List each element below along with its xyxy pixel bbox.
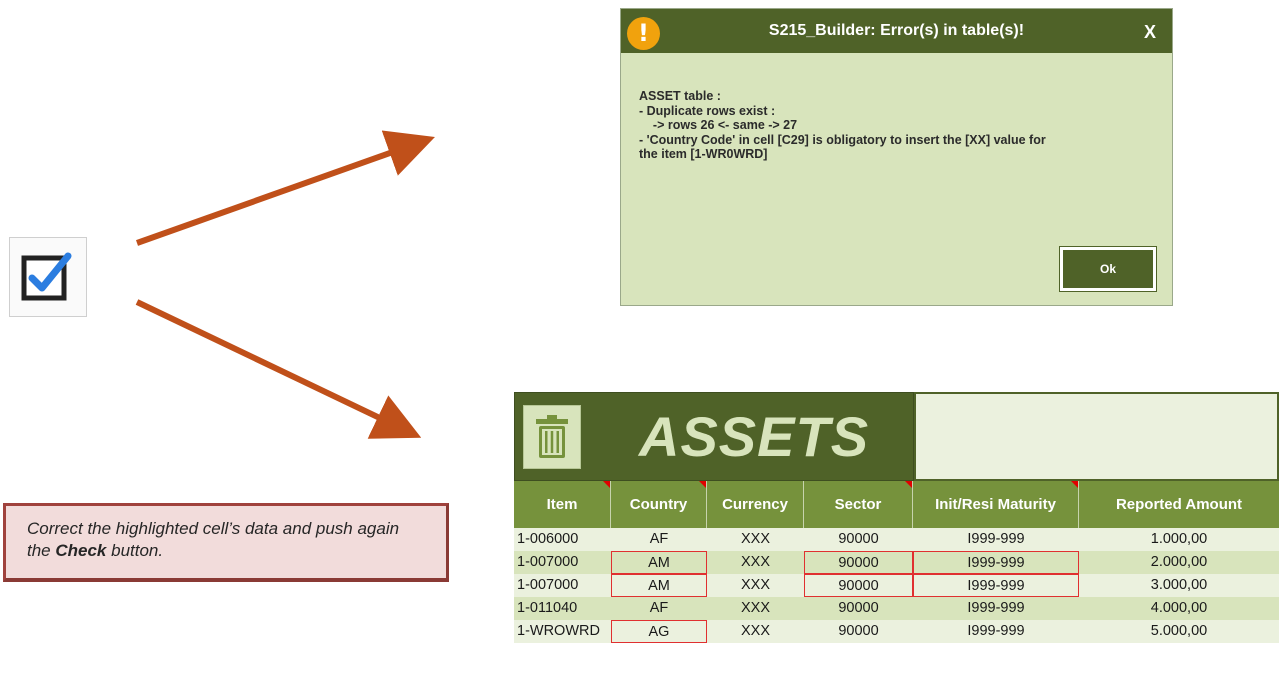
close-button[interactable]: X	[1144, 9, 1156, 53]
cell-item[interactable]: 1-007000	[514, 574, 611, 597]
column-header-amount[interactable]: Reported Amount	[1079, 481, 1279, 528]
error-dialog: ! S215_Builder: Error(s) in table(s)! X …	[620, 8, 1173, 306]
assets-sheet: ASSETS Item Country Currency Sector Init…	[514, 392, 1279, 675]
table-row: 1-007000 AM XXX 90000 I999-999 3.000,00	[514, 574, 1279, 597]
clear-table-button[interactable]	[523, 405, 581, 469]
cell-item[interactable]: 1-007000	[514, 551, 611, 574]
message-line: - Duplicate rows exist :	[639, 103, 776, 118]
dialog-message: ASSET table : - Duplicate rows exist : -…	[639, 89, 1152, 162]
message-line: ASSET table :	[639, 89, 721, 103]
table-row: 1-006000 AF XXX 90000 I999-999 1.000,00	[514, 528, 1279, 551]
cell-country[interactable]: AF	[611, 597, 707, 620]
column-headers: Item Country Currency Sector Init/Resi M…	[514, 481, 1279, 528]
sheet-title: ASSETS	[639, 405, 870, 468]
sheet-header: ASSETS	[514, 392, 914, 481]
message-line: - 'Country Code' in cell [C29] is obliga…	[639, 132, 1046, 147]
arrow-to-dialog	[135, 130, 435, 246]
message-line: -> rows 26 <- same -> 27	[639, 118, 798, 132]
column-header-item[interactable]: Item	[514, 481, 611, 528]
column-header-maturity[interactable]: Init/Resi Maturity	[913, 481, 1079, 528]
comment-indicator	[905, 481, 912, 488]
cell-amount[interactable]: 5.000,00	[1079, 620, 1279, 643]
cell-amount[interactable]: 2.000,00	[1079, 551, 1279, 574]
cell-maturity[interactable]: I999-999	[913, 620, 1079, 643]
cell-amount[interactable]: 1.000,00	[1079, 528, 1279, 551]
cell-maturity[interactable]: I999-999	[913, 597, 1079, 620]
sheet-blank-area	[914, 392, 1279, 481]
cell-currency[interactable]: XXX	[707, 574, 804, 597]
cell-item[interactable]: 1-006000	[514, 528, 611, 551]
arrow-to-sheet	[135, 299, 422, 439]
cell-maturity[interactable]: I999-999	[913, 528, 1079, 551]
cell-amount[interactable]: 3.000,00	[1079, 574, 1279, 597]
cell-amount[interactable]: 4.000,00	[1079, 597, 1279, 620]
cell-country[interactable]: AG	[611, 620, 707, 643]
column-header-country[interactable]: Country	[611, 481, 707, 528]
cell-country[interactable]: AM	[611, 551, 707, 574]
cell-currency[interactable]: XXX	[707, 528, 804, 551]
table-row: 1-007000 AM XXX 90000 I999-999 2.000,00	[514, 551, 1279, 574]
comment-indicator	[603, 481, 610, 488]
dialog-titlebar: ! S215_Builder: Error(s) in table(s)! X	[621, 9, 1172, 53]
cell-country[interactable]: AM	[611, 574, 707, 597]
message-line: the item [1-WR0WRD]	[639, 147, 768, 161]
cell-sector[interactable]: 90000	[804, 620, 913, 643]
column-header-currency[interactable]: Currency	[707, 481, 804, 528]
warning-icon: !	[627, 17, 660, 50]
cell-sector[interactable]: 90000	[804, 574, 913, 597]
cell-currency[interactable]: XXX	[707, 597, 804, 620]
trash-icon	[536, 415, 568, 458]
column-header-sector[interactable]: Sector	[804, 481, 913, 528]
cell-currency[interactable]: XXX	[707, 620, 804, 643]
cell-sector[interactable]: 90000	[804, 528, 913, 551]
cell-item[interactable]: 1-011040	[514, 597, 611, 620]
table-row: 1-011040 AF XXX 90000 I999-999 4.000,00	[514, 597, 1279, 620]
cell-sector[interactable]: 90000	[804, 551, 913, 574]
cell-country[interactable]: AF	[611, 528, 707, 551]
cell-currency[interactable]: XXX	[707, 551, 804, 574]
comment-indicator	[1071, 481, 1078, 488]
ok-button[interactable]: Ok	[1059, 246, 1157, 292]
note-text: Correct the highlighted cell’s data and …	[27, 519, 400, 560]
instruction-note: Correct the highlighted cell’s data and …	[3, 503, 449, 582]
cell-sector[interactable]: 90000	[804, 597, 913, 620]
table-row: 1-WROWRD AG XXX 90000 I999-999 5.000,00	[514, 620, 1279, 643]
cell-maturity[interactable]: I999-999	[913, 551, 1079, 574]
dialog-title: S215_Builder: Error(s) in table(s)!	[768, 22, 1025, 39]
cell-item[interactable]: 1-WROWRD	[514, 620, 611, 643]
comment-indicator	[699, 481, 706, 488]
cell-maturity[interactable]: I999-999	[913, 574, 1079, 597]
